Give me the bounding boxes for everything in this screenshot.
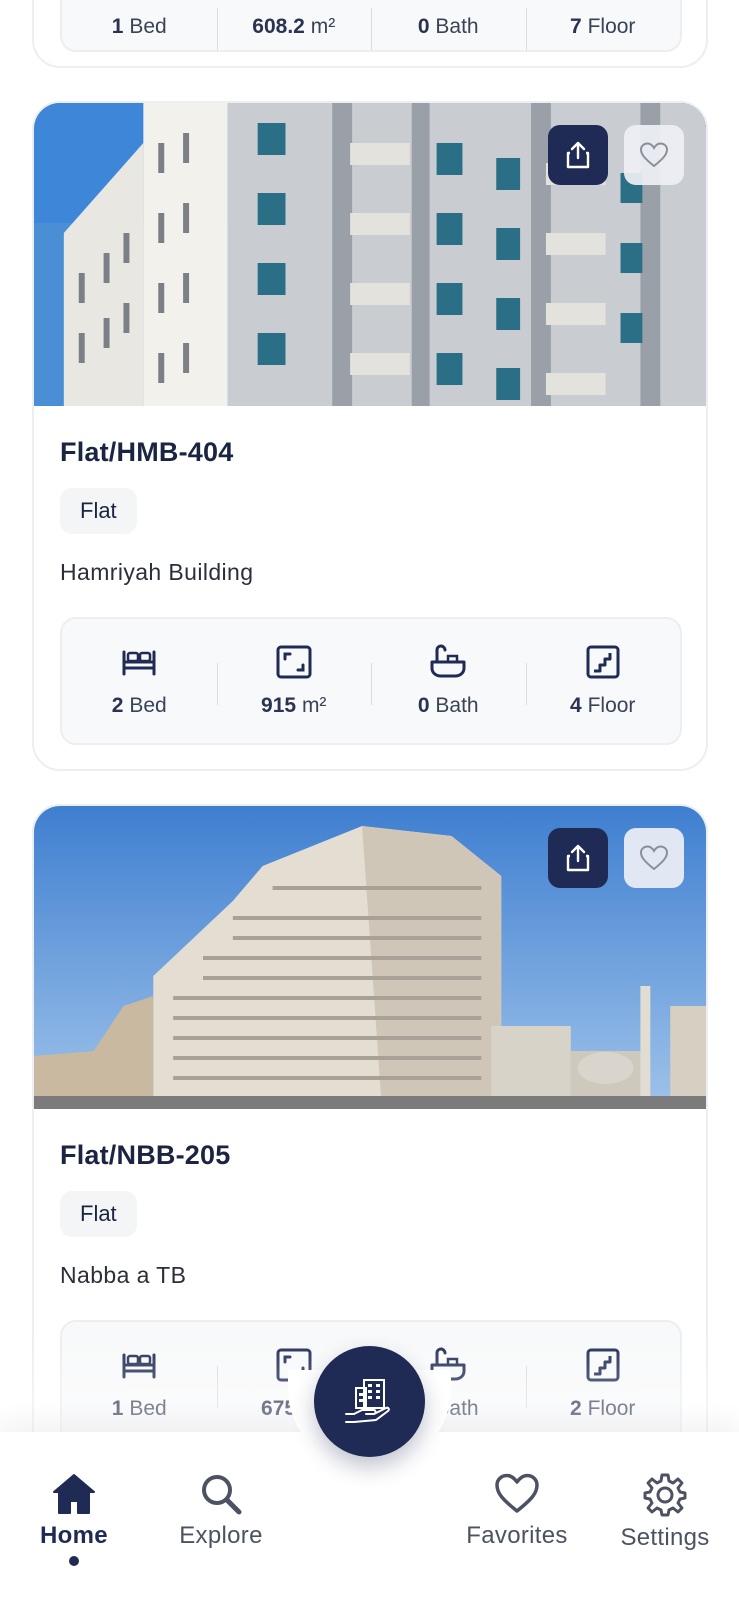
bathtub-icon	[430, 644, 466, 678]
nav-settings-label: Settings	[620, 1524, 710, 1551]
listing-card-1[interactable]: Flat/HMB-404 Flat Hamriyah Building 2 Be…	[32, 101, 708, 771]
heart-outline-icon	[639, 845, 669, 871]
listing-title: Flat/NBB-205	[60, 1140, 231, 1170]
share-button[interactable]	[548, 125, 608, 185]
active-indicator	[69, 1556, 79, 1566]
stat-bed-text: 1 Bed	[111, 1397, 167, 1420]
share-icon	[566, 141, 590, 169]
building-name: Hamriyah Building	[60, 559, 254, 585]
heart-outline-icon	[639, 142, 669, 168]
center-action-button[interactable]	[314, 1346, 425, 1457]
favorite-button[interactable]	[624, 828, 684, 888]
search-icon	[202, 1475, 242, 1515]
nav-settings[interactable]: Settings	[595, 1472, 735, 1552]
stat-bath-text: 0 Bath	[417, 15, 479, 38]
nav-favorites[interactable]: Favorites	[447, 1472, 587, 1550]
property-photo[interactable]	[34, 806, 706, 1109]
stat-bed-text: 1 Bed	[111, 15, 167, 38]
gear-icon	[643, 1473, 687, 1517]
nav-explore-label: Explore	[179, 1522, 263, 1549]
stairs-icon	[586, 645, 620, 679]
property-photo[interactable]	[34, 103, 706, 406]
stairs-icon	[586, 1348, 620, 1382]
bed-icon	[122, 1353, 156, 1379]
home-icon	[53, 1474, 95, 1514]
stat-bath: 0 Bath	[371, 0, 526, 50]
stat-bed: 2 Bed	[62, 619, 217, 743]
nav-favorites-label: Favorites	[466, 1522, 568, 1549]
stat-area-text: 915 m²	[261, 694, 327, 717]
listing-title: Flat/HMB-404	[60, 437, 234, 467]
type-chip: Flat	[60, 488, 137, 534]
favorite-button[interactable]	[624, 125, 684, 185]
stat-area-text: 608.2 m²	[252, 15, 336, 38]
share-icon	[566, 844, 590, 872]
area-icon	[276, 645, 312, 679]
heart-icon	[495, 1473, 539, 1513]
nav-home[interactable]: Home	[4, 1472, 144, 1566]
stat-area: 915 m²	[216, 619, 372, 743]
stats-bar: 2 Bed 915 m² 0 Bath 4 Floor	[60, 617, 682, 745]
screen: 1 Bed 608.2 m² 0 Bath 7 Floor Flat/HMB-4…	[0, 0, 739, 1600]
stat-floor-text: 7 Floor	[570, 15, 636, 38]
nav-explore[interactable]: Explore	[151, 1472, 291, 1550]
stat-bath-text: 0 Bath	[417, 694, 479, 717]
type-chip: Flat	[60, 1191, 137, 1237]
stat-floor-text: 4 Floor	[570, 694, 636, 717]
bed-icon	[122, 650, 156, 676]
stat-bath: 0 Bath	[371, 619, 526, 743]
stat-floor: 7 Floor	[525, 0, 681, 50]
stat-area: 608.2 m²	[216, 0, 372, 50]
share-button[interactable]	[548, 828, 608, 888]
building-hand-icon	[344, 1378, 390, 1423]
stat-floor: 2 Floor	[525, 1322, 681, 1446]
stat-bed: 1 Bed	[62, 1322, 217, 1446]
stat-floor: 4 Floor	[525, 619, 681, 743]
stat-bed-text: 2 Bed	[111, 694, 167, 717]
nav-home-label: Home	[40, 1522, 108, 1549]
listing-card-0[interactable]: 1 Bed 608.2 m² 0 Bath 7 Floor	[32, 0, 708, 68]
building-name: Nabba a TB	[60, 1262, 187, 1288]
stats-bar: 1 Bed 608.2 m² 0 Bath 7 Floor	[60, 0, 682, 52]
stat-bed: 1 Bed	[62, 0, 217, 50]
stat-floor-text: 2 Floor	[570, 1397, 636, 1420]
